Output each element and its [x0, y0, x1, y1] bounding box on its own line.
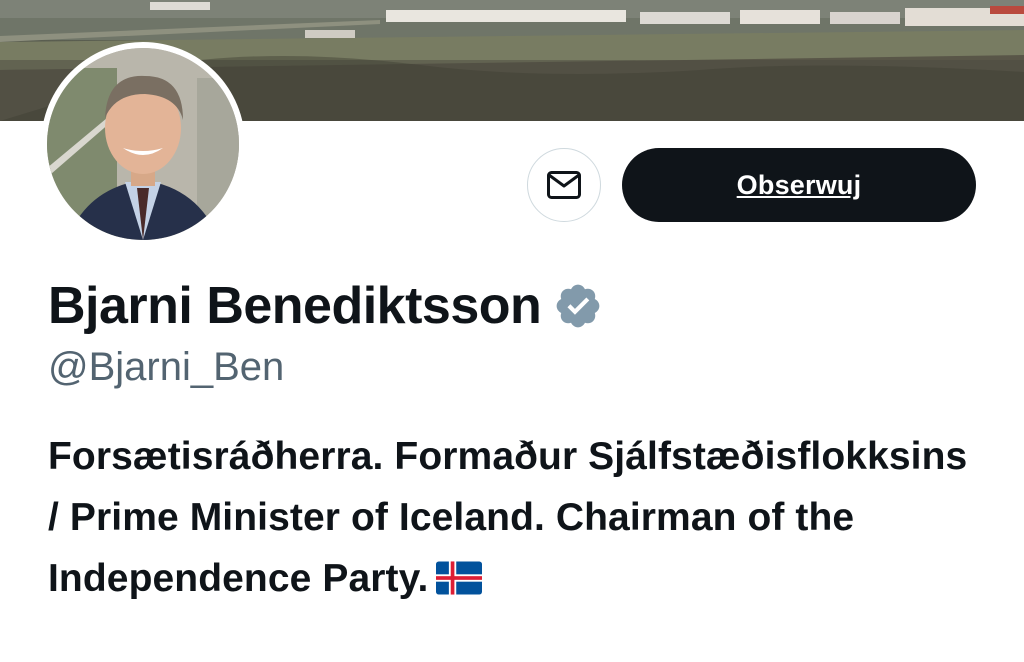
profile-handle: @Bjarni_Ben [48, 345, 285, 389]
follow-button[interactable]: Obserwuj [622, 148, 976, 222]
verified-badge-icon[interactable] [553, 281, 603, 331]
display-name: Bjarni Benediktsson [48, 277, 542, 335]
envelope-icon [547, 171, 581, 199]
bio-text: Forsætisráðherra. Formaður Sjálfstæðisfl… [48, 435, 968, 600]
message-button[interactable] [527, 148, 601, 222]
profile-avatar[interactable] [41, 42, 245, 246]
follow-button-label: Obserwuj [736, 169, 862, 200]
profile-bio: Forsætisráðherra. Formaður Sjálfstæðisfl… [48, 426, 978, 609]
profile-name-row: Bjarni Benediktsson [48, 276, 603, 336]
iceland-flag-icon [436, 561, 483, 595]
profile-photo [47, 48, 239, 240]
